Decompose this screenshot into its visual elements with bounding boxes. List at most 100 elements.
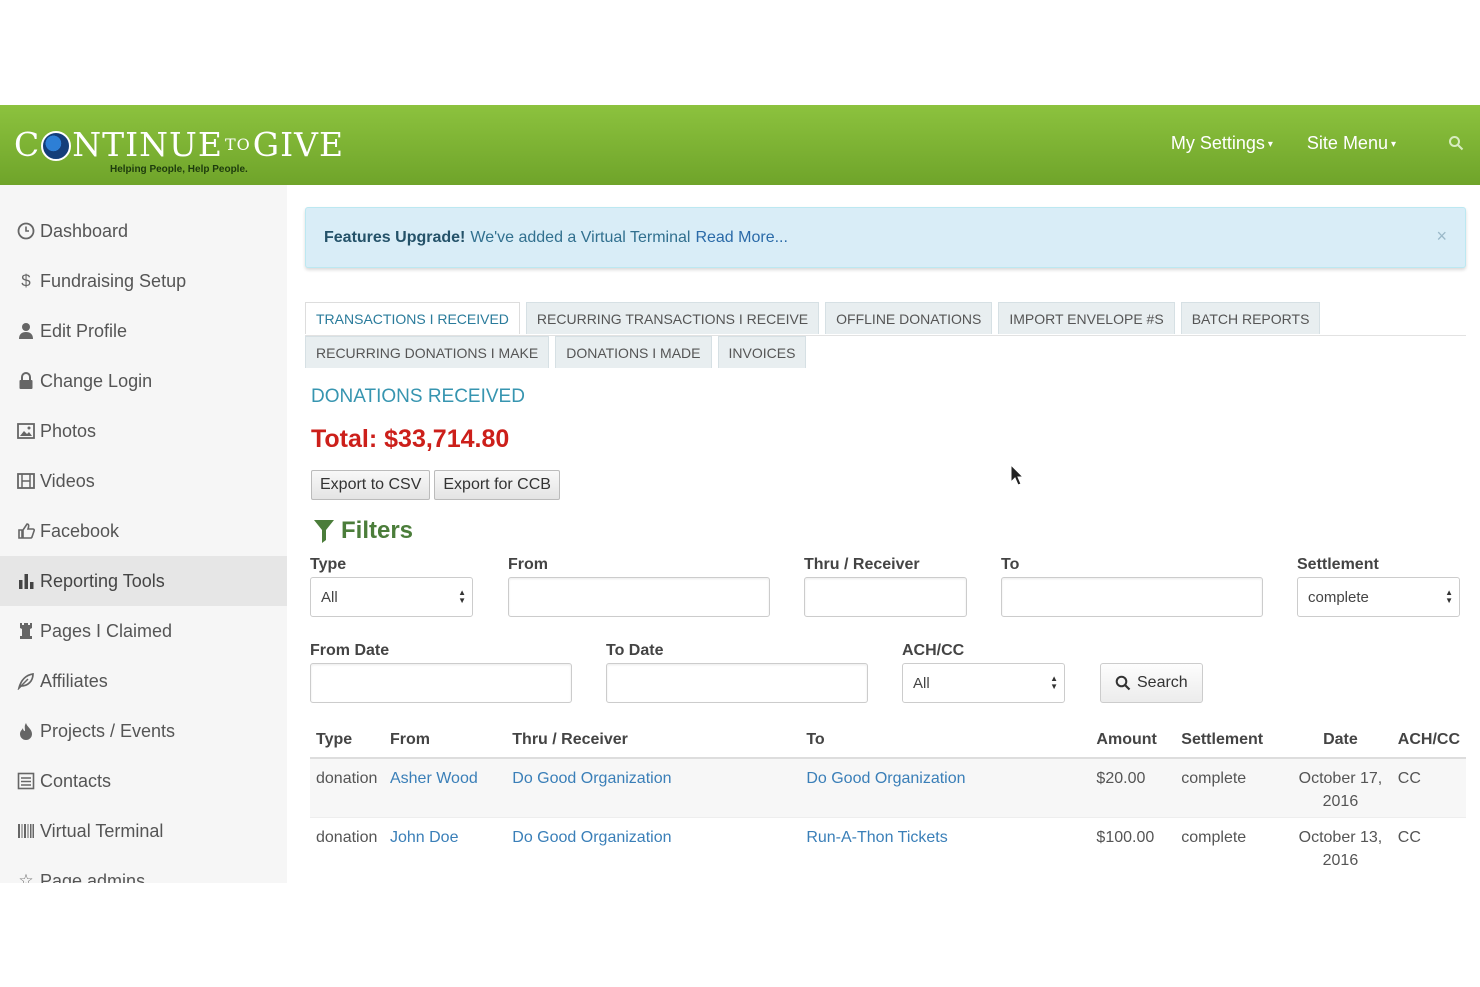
from-date-label: From Date <box>310 642 390 659</box>
thru-receiver-input[interactable] <box>804 577 967 617</box>
total-amount: Total: $33,714.80 <box>311 425 510 453</box>
cell-settlement: complete <box>1175 816 1290 876</box>
select-arrows-icon: ▲ ▼ <box>458 588 466 605</box>
settlement-label: Settlement <box>1297 556 1379 573</box>
from-input[interactable] <box>508 577 770 617</box>
app-frame: C NTINUE TO GIVE Helping People, Help Peopl… <box>0 105 1480 883</box>
picture-icon <box>14 421 38 441</box>
type-label: Type <box>310 556 347 573</box>
table-row: donation John Doe Do Good Organization R… <box>310 816 1466 876</box>
sidebar-item-change-login[interactable]: Change Login <box>0 356 287 406</box>
tower-icon <box>14 621 38 641</box>
tab-donations-i-made[interactable]: DONATIONS I MADE <box>555 336 712 368</box>
cell-achcc: CC <box>1391 757 1466 817</box>
export-ccb-button[interactable]: Export for CCB <box>434 470 560 500</box>
cell-type: donation <box>310 757 384 817</box>
sidebar-item-page-admins[interactable]: ☆ Page admins <box>0 856 287 884</box>
sidebar-item-fundraising-setup[interactable]: $ Fundraising Setup <box>0 256 287 306</box>
my-settings-menu[interactable]: My Settings ▾ <box>1171 133 1273 154</box>
column-header[interactable]: To <box>800 722 1091 759</box>
sidebar-item-affiliates[interactable]: Affiliates <box>0 656 287 706</box>
column-header[interactable]: Settlement <box>1175 722 1290 759</box>
cell-achcc: CC <box>1391 816 1466 876</box>
sidebar-item-pages-i-claimed[interactable]: Pages I Claimed <box>0 606 287 656</box>
film-icon <box>14 471 38 491</box>
dollar-icon: $ <box>21 271 31 290</box>
type-select[interactable]: All ▲ ▼ <box>310 577 473 617</box>
logo[interactable]: C NTINUE TO GIVE Helping People, Help Peopl… <box>14 125 345 176</box>
table-header-row: Type From Thru / Receiver To Amount Sett… <box>310 722 1466 759</box>
sidebar-item-reporting-tools[interactable]: Reporting Tools <box>0 556 287 606</box>
column-header[interactable]: Type <box>310 722 384 759</box>
table-row: donation Asher Wood Do Good Organization… <box>310 757 1466 817</box>
tab-recurring-transactions-i-receive[interactable]: RECURRING TRANSACTIONS I RECEIVE <box>525 302 820 334</box>
cell-settlement: complete <box>1175 757 1290 817</box>
thru-receiver-label: Thru / Receiver <box>804 556 920 573</box>
cell-amount: $20.00 <box>1090 757 1176 817</box>
to-date-input[interactable] <box>606 663 868 703</box>
tab-batch-reports[interactable]: BATCH REPORTS <box>1180 302 1321 334</box>
column-header[interactable]: Date <box>1289 722 1392 759</box>
column-header[interactable]: ACH/CC <box>1391 722 1466 759</box>
sidebar-item-photos[interactable]: Photos <box>0 406 287 456</box>
search-icon[interactable] <box>1448 135 1464 151</box>
achcc-label: ACH/CC <box>902 642 965 659</box>
thumbs-up-icon <box>14 521 38 541</box>
logo-tagline: Helping People, Help People. <box>110 164 248 175</box>
filter-icon <box>314 520 334 543</box>
cell-to-link[interactable]: Do Good Organization <box>800 757 1091 817</box>
tab-recurring-donations-i-make[interactable]: RECURRING DONATIONS I MAKE <box>305 336 550 368</box>
sidebar-item-facebook[interactable]: Facebook <box>0 506 287 556</box>
cell-to-link[interactable]: Run-A-Thon Tickets <box>800 816 1091 876</box>
tab-invoices[interactable]: INVOICES <box>717 336 807 368</box>
tab-transactions-i-received[interactable]: TRANSACTIONS I RECEIVED <box>305 302 520 334</box>
cell-thru-link[interactable]: Do Good Organization <box>506 757 801 817</box>
list-icon <box>14 771 38 791</box>
lock-icon <box>14 371 38 391</box>
sidebar-item-dashboard[interactable]: Dashboard <box>0 206 287 256</box>
column-header[interactable]: Thru / Receiver <box>506 722 801 759</box>
tab-import-envelope[interactable]: IMPORT ENVELOPE #S <box>998 302 1175 334</box>
sidebar: Dashboard $ Fundraising Setup Edit Profil… <box>0 185 287 883</box>
column-header[interactable]: Amount <box>1090 722 1176 759</box>
search-button[interactable]: Search <box>1100 663 1203 703</box>
section-title: DONATIONS RECEIVED <box>311 386 525 407</box>
clock-icon <box>14 221 38 241</box>
logo-wordmark: C NTINUE TO GIVE <box>14 125 345 164</box>
mouse-cursor-icon <box>1010 464 1024 486</box>
top-header: C NTINUE TO GIVE Helping People, Help Peopl… <box>0 105 1480 185</box>
cell-date: October 17, 2016 <box>1289 757 1392 817</box>
tab-offline-donations[interactable]: OFFLINE DONATIONS <box>825 302 993 334</box>
cell-amount: $100.00 <box>1090 816 1176 876</box>
sidebar-item-projects-events[interactable]: Projects / Events <box>0 706 287 756</box>
read-more-link[interactable]: Read More... <box>695 229 787 247</box>
caret-down-icon: ▾ <box>1390 138 1396 150</box>
from-date-input[interactable] <box>310 663 572 703</box>
cell-date: October 13, 2016 <box>1289 816 1392 876</box>
fire-icon <box>14 721 38 741</box>
settlement-select[interactable]: complete ▲ ▼ <box>1297 577 1460 617</box>
sidebar-item-edit-profile[interactable]: Edit Profile <box>0 306 287 356</box>
select-arrows-icon: ▲ ▼ <box>1050 674 1058 691</box>
cell-thru-link[interactable]: Do Good Organization <box>506 816 801 876</box>
achcc-select[interactable]: All ▲ ▼ <box>902 663 1065 703</box>
column-header[interactable]: From <box>383 722 507 759</box>
to-label: To <box>1001 556 1020 573</box>
globe-icon <box>41 131 72 161</box>
leaf-icon <box>14 671 38 691</box>
to-input[interactable] <box>1001 577 1263 617</box>
cell-from-link[interactable]: Asher Wood <box>383 757 507 817</box>
site-menu[interactable]: Site Menu ▾ <box>1307 133 1396 154</box>
sidebar-item-videos[interactable]: Videos <box>0 456 287 506</box>
export-csv-button[interactable]: Export to CSV <box>311 470 431 500</box>
select-arrows-icon: ▲ ▼ <box>1445 588 1453 605</box>
caret-down-icon: ▾ <box>1267 138 1273 150</box>
user-icon <box>14 321 38 341</box>
cell-from-link[interactable]: John Doe <box>383 816 507 876</box>
sidebar-item-contacts[interactable]: Contacts <box>0 756 287 806</box>
close-icon[interactable]: × <box>1436 226 1447 247</box>
barcode-icon <box>14 821 38 841</box>
star-icon: ☆ <box>18 871 34 883</box>
sidebar-item-virtual-terminal[interactable]: Virtual Terminal <box>0 806 287 856</box>
bar-chart-icon <box>14 571 38 591</box>
